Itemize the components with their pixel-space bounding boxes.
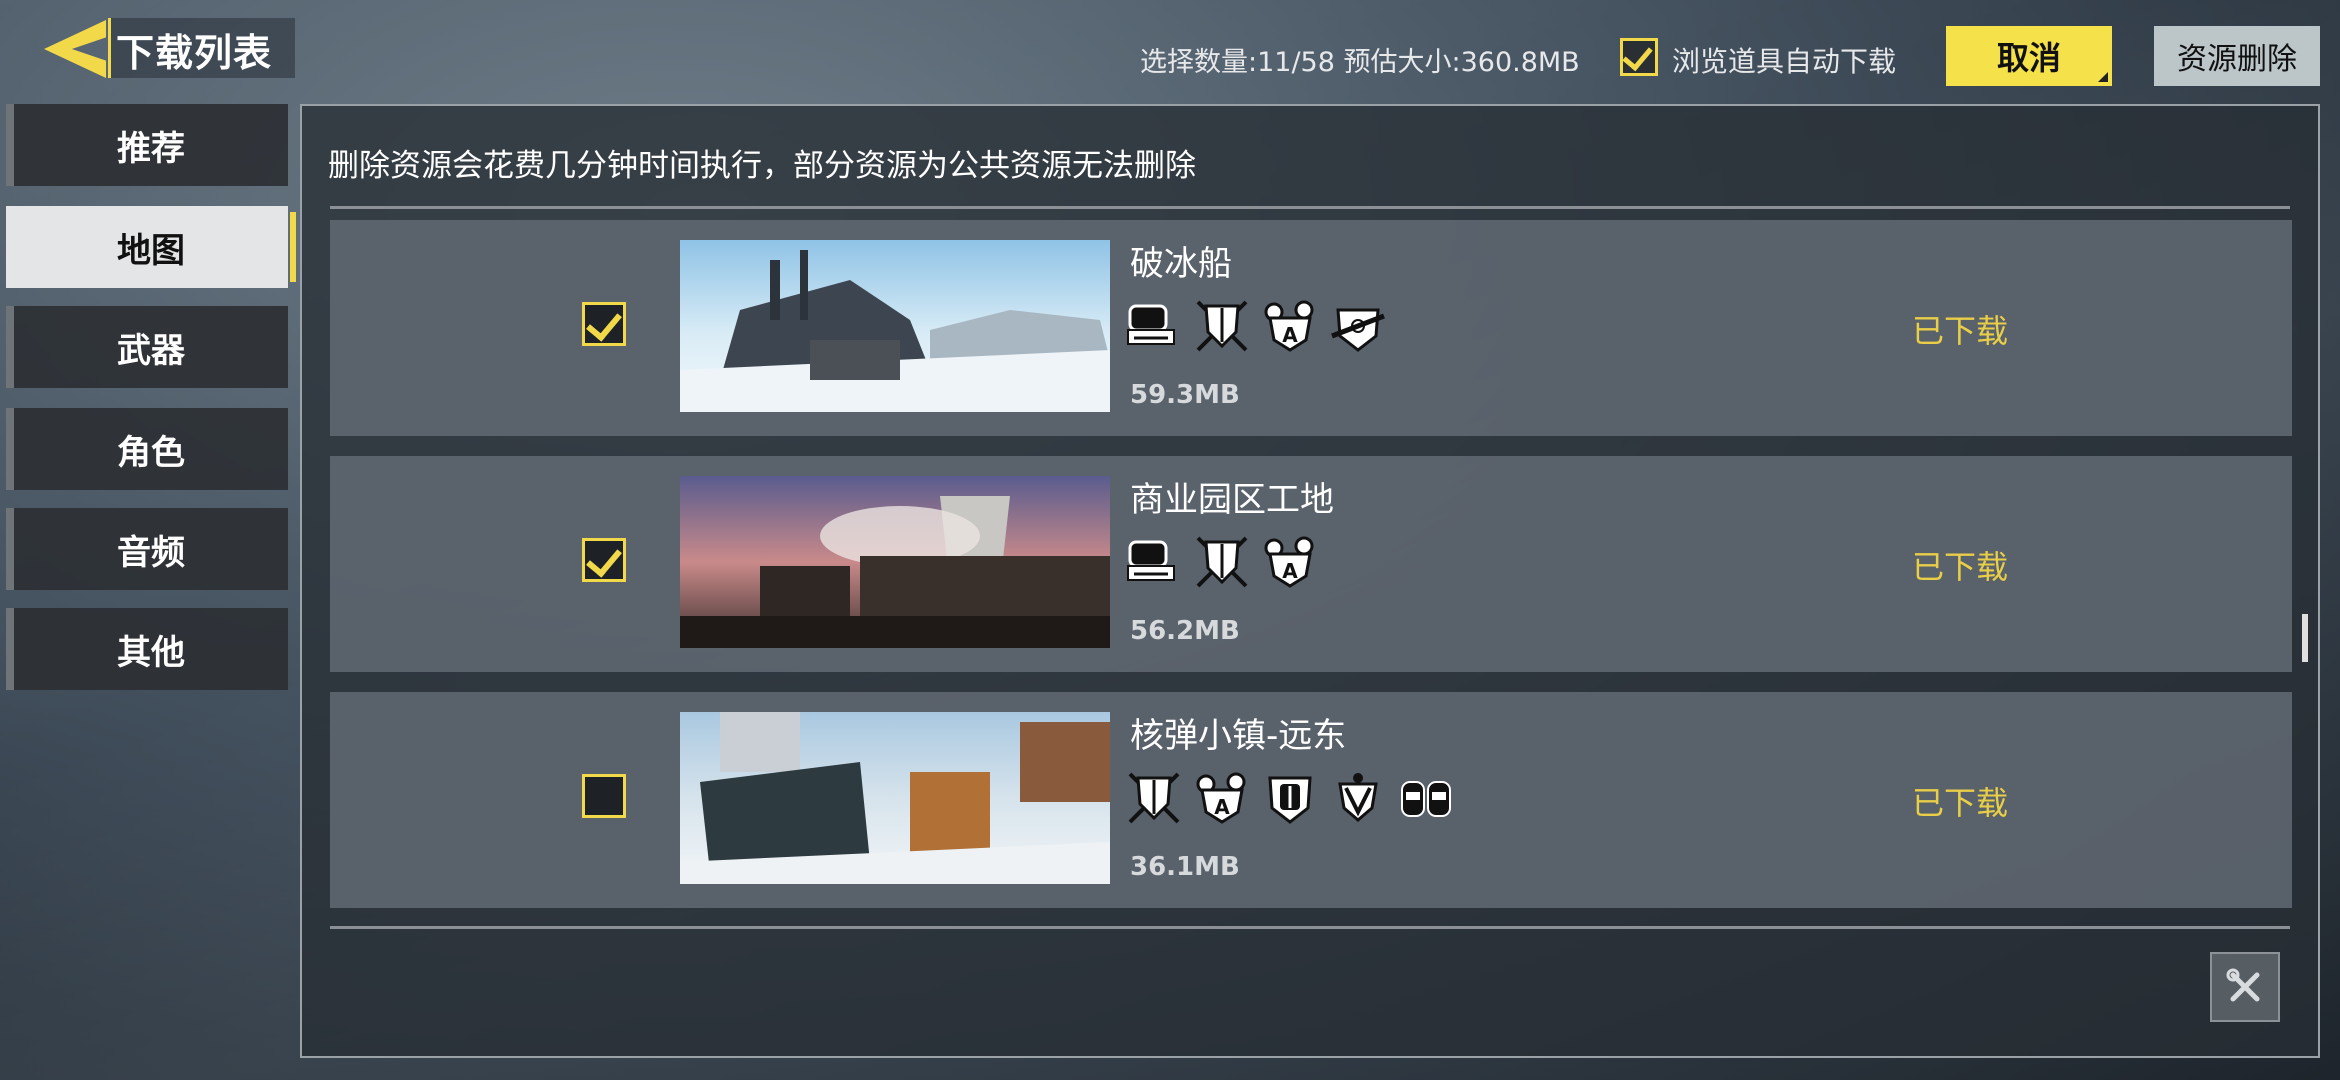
domination-a-icon: A: [1264, 536, 1314, 588]
map-size: 59.3MB: [1130, 380, 1240, 410]
download-status: 已下载: [1912, 312, 2009, 350]
download-status: 已下载: [1912, 784, 2009, 822]
map-thumbnail-business-park: [680, 476, 1110, 648]
selection-info: 选择数量:11/58 预估大小:360.8MB: [1140, 47, 1580, 78]
list-item[interactable]: 破冰船 A 59.3MB 已下载: [330, 220, 2292, 436]
checkmark-icon: [586, 304, 622, 342]
cancel-button[interactable]: 取消: [1946, 26, 2112, 86]
sniper-crest-icon: [1331, 308, 1385, 352]
shield-swords-icon: [1196, 300, 1248, 352]
divider: [330, 926, 2290, 929]
map-thumbnail-nuketown-far-east: [680, 712, 1110, 884]
map-name: 破冰船: [1130, 244, 1232, 284]
sidebar-item-characters[interactable]: 角色: [6, 408, 288, 490]
shield-swords-icon: [1128, 772, 1180, 824]
checkmark-icon: [1622, 39, 1653, 72]
row-checkbox[interactable]: [582, 302, 626, 346]
checkmark-icon: [586, 540, 622, 578]
scrollbar[interactable]: [2302, 614, 2308, 662]
wrench-screwdriver-icon: [2226, 968, 2260, 1002]
map-name: 商业园区工地: [1130, 480, 1334, 520]
page-title: 下载列表: [116, 31, 273, 75]
auto-download-checkbox[interactable]: [1620, 38, 1658, 76]
gloves-icon: [1401, 781, 1451, 817]
list-item[interactable]: 商业园区工地 A 56.2MB 已下载: [330, 456, 2292, 672]
mode-icons: A: [1124, 768, 1456, 828]
resource-delete-button[interactable]: 资源删除: [2154, 26, 2320, 86]
sidebar-item-weapons[interactable]: 武器: [6, 306, 288, 388]
fist-crest-icon: [1268, 776, 1312, 824]
chevron-crest-icon: [1338, 773, 1378, 822]
row-checkbox[interactable]: [582, 538, 626, 582]
sidebar-item-recommended[interactable]: 推荐: [6, 104, 288, 186]
sidebar-item-other[interactable]: 其他: [6, 608, 288, 690]
shield-swords-icon: [1196, 536, 1248, 588]
svg-text:A: A: [1282, 559, 1298, 583]
map-name: 核弹小镇-远东: [1130, 716, 1347, 756]
domination-a-icon: A: [1264, 300, 1314, 352]
row-checkbox[interactable]: [582, 774, 626, 818]
map-size: 36.1MB: [1130, 852, 1240, 882]
tank-battle-icon: [1127, 540, 1175, 581]
sidebar-item-maps[interactable]: 地图: [6, 206, 296, 288]
tools-button[interactable]: [2210, 952, 2280, 1022]
svg-text:A: A: [1282, 323, 1298, 347]
sidebar-item-audio[interactable]: 音频: [6, 508, 288, 590]
map-thumbnail-icebreaker: [680, 240, 1110, 412]
domination-a-icon: A: [1196, 772, 1246, 824]
tank-battle-icon: [1127, 304, 1175, 345]
download-status: 已下载: [1912, 548, 2009, 586]
svg-text:A: A: [1214, 795, 1230, 819]
delete-notice: 删除资源会花费几分钟时间执行，部分资源为公共资源无法删除: [328, 148, 1196, 184]
map-size: 56.2MB: [1130, 616, 1240, 646]
mode-icons: A: [1124, 532, 1320, 592]
mode-icons: A: [1124, 296, 1388, 356]
auto-download-label: 浏览道具自动下载: [1672, 45, 1897, 78]
list-item[interactable]: 核弹小镇-远东 A 36.1MB 已下载: [330, 692, 2292, 908]
divider: [330, 206, 2290, 209]
